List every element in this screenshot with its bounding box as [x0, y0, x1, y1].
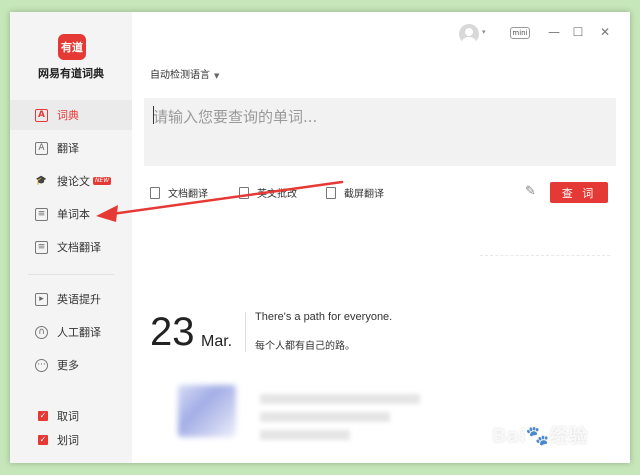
- language-label: 自动检测语言: [150, 70, 210, 81]
- check-label: 取词: [57, 410, 79, 423]
- sidebar-item-label: 单词本: [57, 208, 90, 221]
- edit-document-icon: [239, 186, 249, 199]
- sidebar-item-label: 词典: [57, 109, 79, 122]
- user-avatar[interactable]: [459, 24, 479, 44]
- sidebar-item-human-translate[interactable]: ∩ 人工翻译: [10, 317, 132, 347]
- sidebar-item-document-translate[interactable]: ≡ 文档翻译: [10, 232, 132, 262]
- chevron-down-icon[interactable]: ▾: [482, 28, 486, 36]
- language-select[interactable]: 自动检测语言 ▼: [150, 66, 219, 81]
- date-day: 23: [150, 310, 195, 354]
- document-icon: ≡: [35, 240, 48, 254]
- paw-icon: [537, 395, 564, 421]
- sidebar-item-paper-search[interactable]: 🎓 搜论文 NEW: [10, 166, 132, 196]
- blurred-text-line: [260, 412, 390, 422]
- query-button[interactable]: 查 词: [550, 182, 608, 203]
- dictionary-icon: A: [35, 108, 48, 122]
- sidebar-item-label: 文档翻译: [57, 241, 101, 254]
- divider: [480, 255, 610, 256]
- graduation-cap-icon: 🎓: [35, 176, 48, 186]
- new-badge: NEW: [93, 177, 112, 185]
- sidebar-item-dictionary[interactable]: A 词典: [10, 100, 132, 130]
- sidebar-item-label: 更多: [57, 359, 79, 372]
- chevron-down-icon: ▼: [214, 72, 220, 80]
- sidebar: 有道 网易有道词典 A 词典 A 翻译 🎓 搜论文 NEW ≡ 单词本 ≡ 文档…: [10, 12, 132, 463]
- screenshot-translate-tool[interactable]: 截屏翻译: [326, 185, 384, 200]
- tool-label: 文档翻译: [168, 189, 208, 200]
- quote-divider: [245, 312, 246, 352]
- blurred-text-line: [260, 394, 420, 404]
- mini-mode-button[interactable]: mini: [510, 27, 530, 39]
- check-label: 划词: [57, 434, 79, 447]
- app-logo: 有道: [58, 34, 86, 60]
- maximize-icon[interactable]: ☐: [571, 25, 585, 39]
- sidebar-item-label: 人工翻译: [57, 326, 101, 339]
- more-icon: ···: [35, 358, 48, 372]
- doc-translate-tool[interactable]: 文档翻译: [150, 185, 208, 200]
- daily-quote-chinese: 每个人都有自己的路。: [255, 341, 355, 352]
- watermark: Bai🐾经验 jingyan.baidu.com: [492, 395, 637, 470]
- sidebar-item-wordbook[interactable]: ≡ 单词本: [10, 199, 132, 229]
- wordbook-icon: ≡: [35, 207, 48, 221]
- translate-icon: A: [35, 141, 48, 155]
- video-icon: ▸: [35, 292, 48, 306]
- tool-label: 截屏翻译: [344, 189, 384, 200]
- sidebar-item-translate[interactable]: A 翻译: [10, 133, 132, 163]
- tool-label: 英文批改: [257, 189, 297, 200]
- sidebar-item-more[interactable]: ··· 更多: [10, 350, 132, 380]
- minimize-icon[interactable]: —: [547, 25, 561, 39]
- document-icon: [150, 186, 160, 199]
- camera-icon: [326, 186, 336, 199]
- app-name: 网易有道词典: [38, 67, 104, 80]
- essay-check-tool[interactable]: 英文批改: [239, 185, 297, 200]
- blurred-text-line: [260, 430, 350, 440]
- search-box: [144, 98, 616, 166]
- sidebar-divider: [28, 274, 114, 275]
- sidebar-item-label: 搜论文: [57, 175, 90, 188]
- text-cursor: [153, 106, 154, 124]
- date-month: Mar.: [201, 333, 233, 350]
- sidebar-item-english-improve[interactable]: ▸ 英语提升: [10, 284, 132, 314]
- pen-icon[interactable]: ✎: [525, 184, 536, 199]
- daily-quote-english[interactable]: There's a path for everyone.: [255, 311, 392, 323]
- sidebar-item-label: 英语提升: [57, 293, 101, 306]
- select-word-toggle[interactable]: ✓ 划词: [38, 432, 79, 448]
- pick-word-toggle[interactable]: ✓ 取词: [38, 408, 79, 424]
- watermark-url: jingyan.baidu.com: [498, 449, 582, 459]
- close-icon[interactable]: ✕: [598, 25, 612, 39]
- blurred-thumbnail[interactable]: [178, 385, 236, 437]
- headset-icon: ∩: [35, 325, 48, 339]
- sidebar-item-label: 翻译: [57, 142, 79, 155]
- watermark-text: Bai🐾经验: [492, 425, 588, 447]
- checkbox-checked-icon[interactable]: ✓: [38, 411, 48, 421]
- checkbox-checked-icon[interactable]: ✓: [38, 435, 48, 445]
- search-input[interactable]: [144, 98, 616, 166]
